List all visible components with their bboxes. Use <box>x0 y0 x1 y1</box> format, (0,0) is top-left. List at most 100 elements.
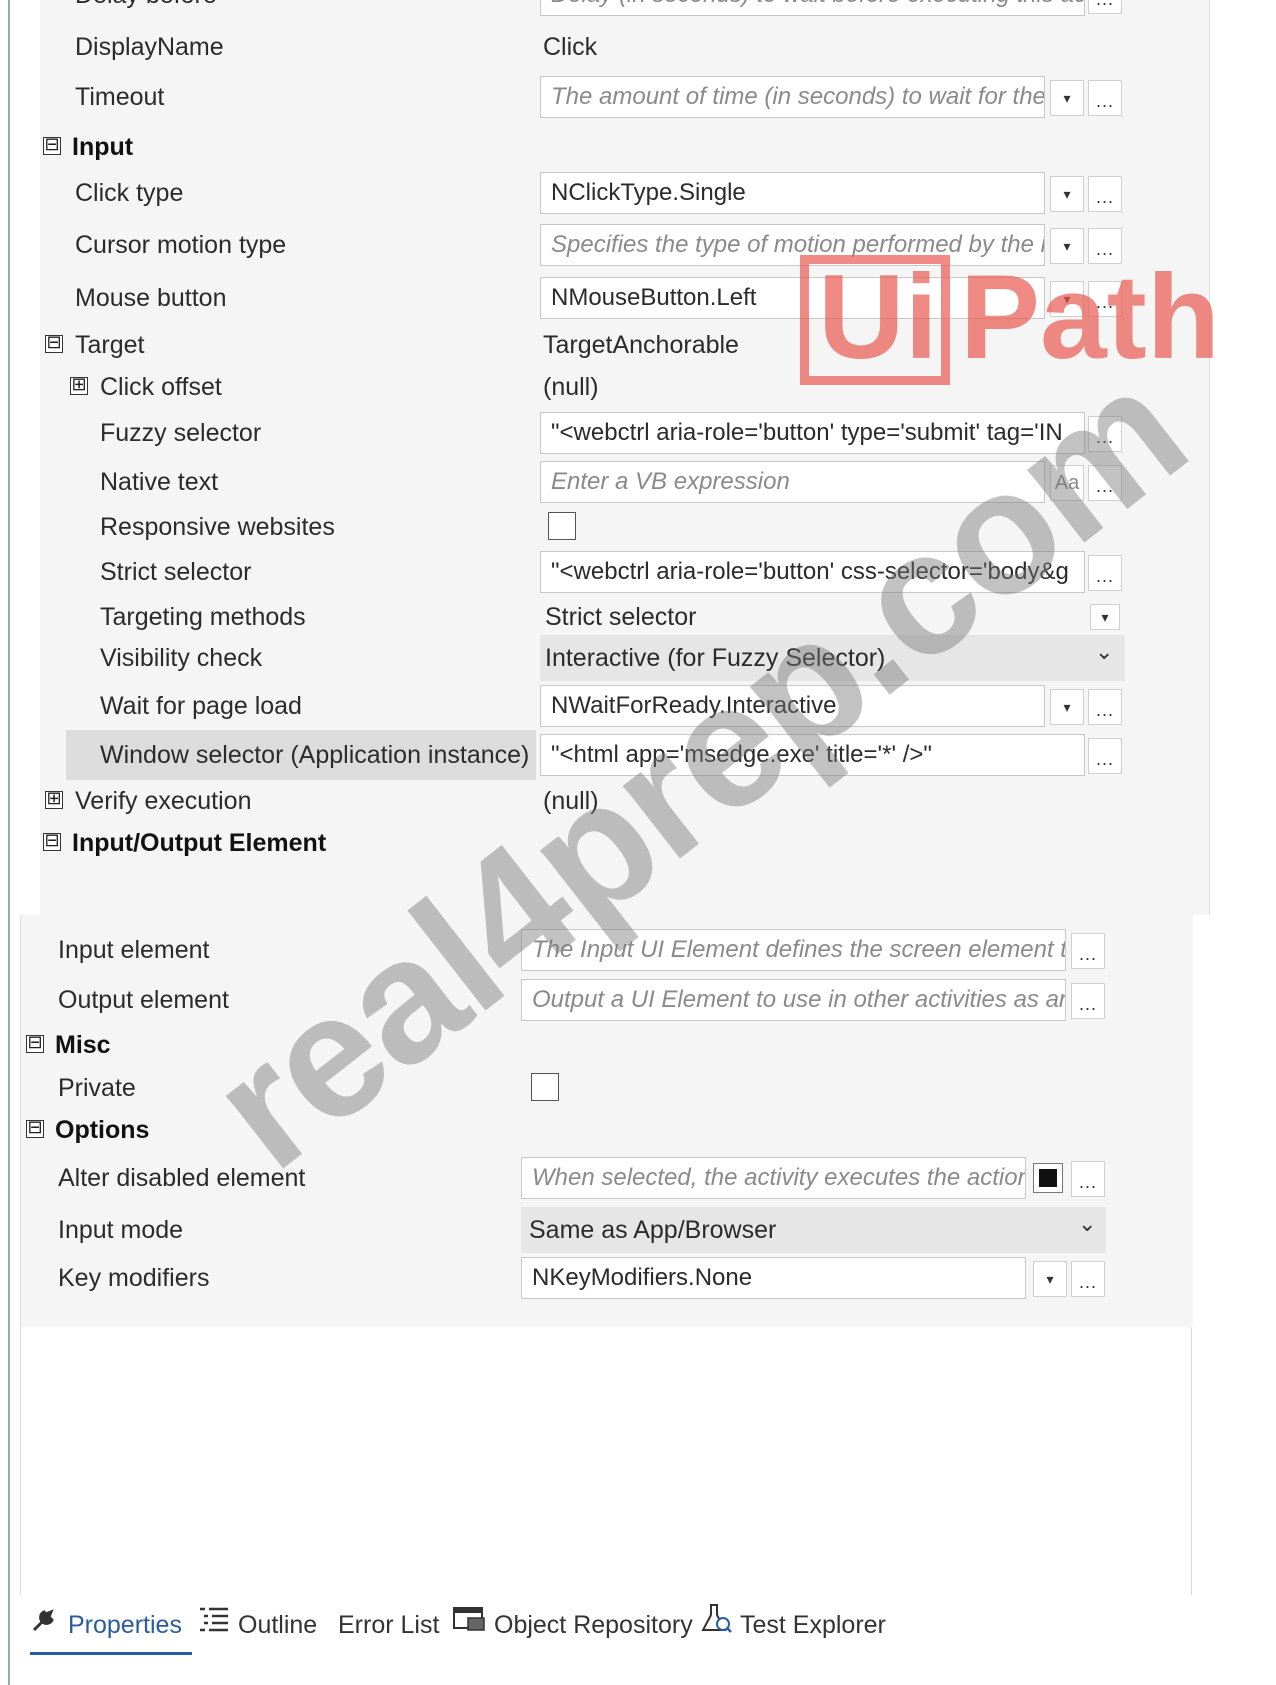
category-options: ⊟ Options <box>21 1105 1191 1155</box>
property-row-mouse-button: Mouse button NMouseButton.Left ▾ ... <box>40 273 1209 323</box>
chevron-down-icon: ⌄ <box>1078 1211 1097 1236</box>
input-element-field[interactable]: The Input UI Element defines the screen … <box>521 929 1066 971</box>
collapse-icon[interactable]: ⊟ <box>26 1034 44 1053</box>
property-row-key-modifiers: Key modifiers NKeyModifiers.None ▾ ... <box>21 1253 1191 1303</box>
property-name: Input mode <box>58 1216 184 1244</box>
key-modifiers-field[interactable]: NKeyModifiers.None <box>521 1257 1026 1299</box>
collapse-icon[interactable]: ⊟ <box>43 136 61 155</box>
wrench-icon <box>30 1596 60 1656</box>
click-type-field[interactable]: NClickType.Single <box>540 172 1045 214</box>
property-name: Responsive websites <box>100 513 335 541</box>
ellipsis-button[interactable]: ... <box>1088 80 1122 116</box>
tab-object-repository[interactable]: Object Repository <box>452 1595 693 1655</box>
private-checkbox[interactable] <box>531 1073 559 1101</box>
ellipsis-button[interactable]: ... <box>1088 416 1122 452</box>
ellipsis-button[interactable]: ... <box>1088 555 1122 591</box>
property-name: Wait for page load <box>100 692 302 720</box>
property-name: Click offset <box>100 373 222 401</box>
tab-label: Outline <box>238 1611 318 1639</box>
property-name: Output element <box>58 986 229 1014</box>
property-row-input-element: Input element The Input UI Element defin… <box>21 925 1191 975</box>
property-row-native-text: Native text Enter a VB expression Aa ... <box>40 457 1209 507</box>
delay-before-field[interactable]: Delay (in seconds) to wait before execut… <box>540 0 1085 16</box>
property-row-timeout: Timeout The amount of time (in seconds) … <box>40 72 1209 122</box>
property-row-visibility-check: Visibility check Interactive (for Fuzzy … <box>40 633 1209 683</box>
tab-error-list[interactable]: Error List <box>338 1595 439 1655</box>
ellipsis-button[interactable]: ... <box>1071 1261 1105 1297</box>
properties-grid-bottom: Input element The Input UI Element defin… <box>20 915 1193 1605</box>
fuzzy-selector-field[interactable]: "<webctrl aria-role='button' type='submi… <box>540 412 1085 454</box>
chevron-down-icon: ⌄ <box>1095 639 1114 664</box>
ellipsis-button[interactable]: ... <box>1088 465 1122 501</box>
wait-for-page-load-field[interactable]: NWaitForReady.Interactive <box>540 685 1045 727</box>
dropdown-button[interactable]: ▾ <box>1050 228 1084 264</box>
tab-test-explorer[interactable]: Test Explorer <box>700 1595 886 1655</box>
property-name: Timeout <box>75 83 165 111</box>
dropdown-button[interactable]: ▾ <box>1050 176 1084 212</box>
ellipsis-button[interactable]: ... <box>1088 738 1122 774</box>
ellipsis-button[interactable]: ... <box>1071 1161 1105 1197</box>
property-row-responsive-websites: Responsive websites <box>40 502 1209 552</box>
property-name: Cursor motion type <box>75 231 287 259</box>
dropdown-button[interactable]: ▾ <box>1050 281 1084 317</box>
visibility-check-value: Interactive (for Fuzzy Selector) <box>545 644 886 672</box>
tab-label: Object Repository <box>494 1611 693 1639</box>
output-element-field[interactable]: Output a UI Element to use in other acti… <box>521 979 1066 1021</box>
displayname-value[interactable]: Click <box>543 22 597 72</box>
property-row-click-offset: ⊞ Click offset (null) <box>40 362 1209 412</box>
responsive-websites-checkbox[interactable] <box>548 512 576 540</box>
click-offset-value: (null) <box>543 373 599 401</box>
property-name: Input element <box>58 936 210 964</box>
property-row-delay-before: Delay before Delay (in seconds) to wait … <box>40 0 1209 20</box>
mouse-button-field[interactable]: NMouseButton.Left <box>540 277 1045 319</box>
property-row-input-mode: Input mode Same as App/Browser ⌄ <box>21 1205 1191 1255</box>
category-input-output-element: ⊟ Input/Output Element <box>40 818 1209 868</box>
input-mode-value: Same as App/Browser <box>529 1216 777 1244</box>
expand-icon[interactable]: ⊞ <box>70 376 88 395</box>
dropdown-button[interactable]: ▾ <box>1050 80 1084 116</box>
tab-outline[interactable]: Outline <box>198 1595 317 1655</box>
properties-grid-top: Delay before Delay (in seconds) to wait … <box>40 0 1210 915</box>
category-label: Input/Output Element <box>72 829 327 857</box>
category-label: Input <box>72 133 134 161</box>
property-name: Window selector (Application instance) <box>100 741 530 769</box>
collapse-icon[interactable]: ⊟ <box>45 334 63 353</box>
ellipsis-button[interactable]: ... <box>1071 983 1105 1019</box>
ellipsis-button[interactable]: ... <box>1071 933 1105 969</box>
category-input: ⊟ Input <box>40 122 1209 172</box>
property-name: Key modifiers <box>58 1264 210 1292</box>
tab-properties[interactable]: Properties <box>30 1595 192 1655</box>
property-row-strict-selector: Strict selector "<webctrl aria-role='but… <box>40 547 1209 597</box>
tab-label: Properties <box>68 1611 182 1639</box>
property-name: DisplayName <box>75 33 224 61</box>
alter-disabled-element-field[interactable]: When selected, the activity executes the… <box>521 1157 1026 1199</box>
property-name: Mouse button <box>75 284 227 312</box>
property-name: Click type <box>75 179 184 207</box>
property-name: Delay before <box>75 0 217 20</box>
property-name: Strict selector <box>100 558 252 586</box>
native-text-field[interactable]: Enter a VB expression <box>540 461 1045 503</box>
collapse-icon[interactable]: ⊟ <box>26 1119 44 1138</box>
dropdown-button[interactable]: ▾ <box>1050 689 1084 725</box>
timeout-field[interactable]: The amount of time (in seconds) to wait … <box>540 76 1045 118</box>
ellipsis-button[interactable]: ... <box>1088 0 1122 14</box>
font-icon[interactable]: Aa <box>1050 465 1084 501</box>
property-name: Fuzzy selector <box>100 419 262 447</box>
window-selector-field[interactable]: "<html app='msedge.exe' title='*' />" <box>540 734 1085 776</box>
ellipsis-button[interactable]: ... <box>1088 176 1122 212</box>
property-name: Native text <box>100 468 219 496</box>
object-repository-icon <box>452 1596 486 1656</box>
property-row-cursor-motion-type: Cursor motion type Specifies the type of… <box>40 220 1209 270</box>
property-name: Alter disabled element <box>58 1164 306 1192</box>
ellipsis-button[interactable]: ... <box>1088 228 1122 264</box>
ellipsis-button[interactable]: ... <box>1088 689 1122 725</box>
cursor-motion-type-field[interactable]: Specifies the type of motion performed b… <box>540 224 1045 266</box>
property-row-alter-disabled-element: Alter disabled element When selected, th… <box>21 1153 1191 1203</box>
ellipsis-button[interactable]: ... <box>1088 281 1122 317</box>
collapse-icon[interactable]: ⊟ <box>43 832 61 851</box>
strict-selector-field[interactable]: "<webctrl aria-role='button' css-selecto… <box>540 551 1085 593</box>
property-row-click-type: Click type NClickType.Single ▾ ... <box>40 168 1209 218</box>
toggle-square-icon[interactable] <box>1033 1163 1063 1193</box>
expand-icon[interactable]: ⊞ <box>45 790 63 809</box>
dropdown-button[interactable]: ▾ <box>1033 1261 1067 1297</box>
